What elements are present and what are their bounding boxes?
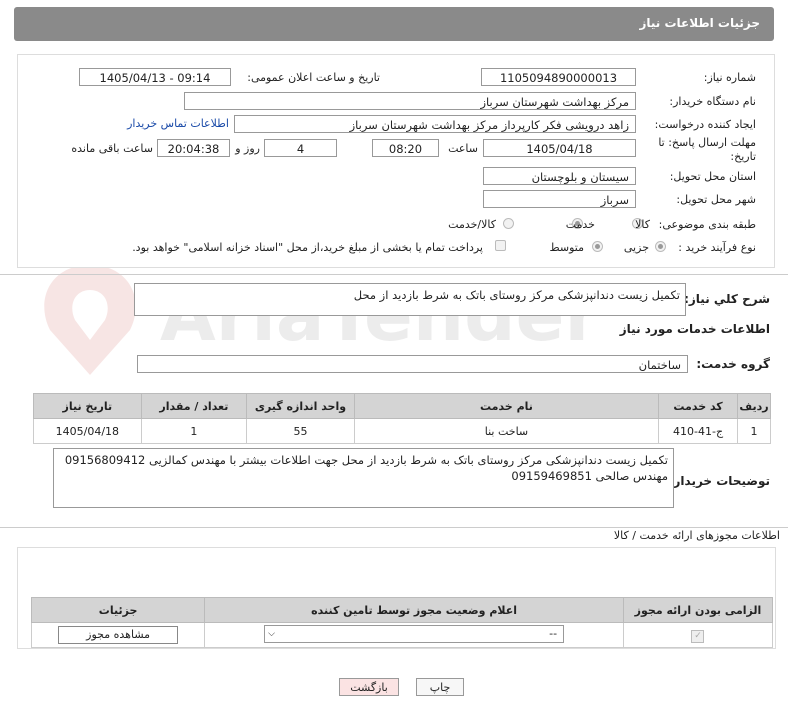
view-permit-button[interactable]: مشاهده مجوز: [58, 626, 179, 644]
cell-status: -- ⌵: [204, 622, 624, 648]
category-option-goods: کالا: [635, 218, 650, 231]
deadline-label: مهلت ارسال پاسخ: تا تاریخ:: [658, 136, 756, 163]
summary-label: شرح کلي نياز:: [684, 292, 770, 306]
table-row: ✓ -- ⌵ مشاهده مجوز: [30, 622, 774, 648]
cell-code: ج-41-410: [658, 418, 738, 444]
province-field: سیستان و بلوچستان: [483, 167, 636, 185]
table-row: 1 ج-41-410 ساخت بنا 55 1 1405/04/18: [33, 418, 771, 444]
requester-label: ایجاد کننده درخواست:: [654, 118, 756, 131]
col-row: ردیف: [737, 393, 771, 419]
need-number-label: شماره نیاز:: [703, 71, 756, 84]
col-details: جزئیات: [30, 597, 206, 623]
permits-section-title: اطلاعات مجوزهای ارائه خدمت / کالا: [613, 529, 780, 542]
remaining-time-field: 20:04:38: [157, 139, 230, 157]
city-field: سرباز: [483, 190, 636, 208]
permits-table: الزامی بودن ارائه مجوز اعلام وضعیت مجوز …: [30, 597, 774, 648]
announce-label: تاریخ و ساعت اعلان عمومی:: [247, 71, 380, 84]
cell-name: ساخت بنا: [353, 418, 660, 444]
buyer-notes-field: تکمیل زیست دندانپزشکی مرکز روستای باتک ب…: [53, 448, 674, 508]
permit-status-value: --: [549, 626, 558, 640]
category-option-both: کالا/خدمت: [448, 218, 496, 231]
buyer-org-field: مرکز بهداشت شهرستان سرباز: [184, 92, 636, 110]
days-field: 4: [264, 139, 337, 157]
deadline-time-field: 08:20: [372, 139, 439, 157]
cell-required: ✓: [622, 622, 774, 648]
time-label: ساعت: [448, 142, 478, 155]
cell-details: مشاهده مجوز: [30, 622, 206, 648]
remaining-label: ساعت باقی مانده: [71, 142, 153, 155]
process-option-medium: متوسط: [549, 241, 584, 254]
announce-field: 1405/04/13 - 09:14: [79, 68, 231, 86]
print-button[interactable]: چاپ: [416, 678, 464, 696]
payment-note: پرداخت تمام یا بخشی از مبلغ خرید،از محل …: [132, 241, 483, 254]
payment-checkbox[interactable]: [495, 240, 506, 251]
cell-date: 1405/04/18: [33, 418, 142, 444]
back-button[interactable]: بازگشت: [339, 678, 399, 696]
services-table-header: ردیف کد خدمت نام خدمت واحد اندازه گیری ت…: [33, 393, 771, 419]
category-label: طبقه بندی موضوعی:: [658, 218, 756, 231]
process-radio-medium[interactable]: [592, 241, 603, 252]
province-label: استان محل تحویل:: [669, 170, 756, 183]
col-date: تاریخ نیاز: [33, 393, 142, 419]
divider: [0, 527, 788, 528]
process-radio-minor[interactable]: [655, 241, 666, 252]
col-name: نام خدمت: [353, 393, 660, 419]
city-label: شهر محل تحویل:: [676, 193, 756, 206]
col-qty: تعداد / مقدار: [140, 393, 248, 419]
buyer-org-label: نام دستگاه خریدار:: [669, 95, 756, 108]
process-label: نوع فرآیند خرید :: [678, 241, 756, 254]
requester-field: زاهد درویشی فکر کارپرداز مرکز بهداشت شهر…: [234, 115, 636, 133]
service-group-field: ساختمان: [137, 355, 688, 373]
col-status: اعلام وضعیت مجوز توسط تامین کننده: [204, 597, 624, 623]
deadline-date-field: 1405/04/18: [483, 139, 636, 157]
category-radio-both[interactable]: [503, 218, 514, 229]
col-unit: واحد اندازه گیری: [246, 393, 355, 419]
buyer-contact-link[interactable]: اطلاعات تماس خریدار: [127, 117, 229, 130]
days-label: روز و: [235, 142, 260, 155]
required-checkbox-checked: ✓: [691, 629, 705, 643]
divider: [0, 274, 788, 275]
need-number-field: 1105094890000013: [481, 68, 636, 86]
services-table: ردیف کد خدمت نام خدمت واحد اندازه گیری ت…: [33, 393, 771, 444]
services-section-title: اطلاعات خدمات مورد نیاز: [619, 322, 770, 336]
summary-field: تکمیل زیست دندانپزشکی مرکز روستای باتک ب…: [134, 283, 686, 316]
cell-row: 1: [737, 418, 771, 444]
permits-table-header: الزامی بودن ارائه مجوز اعلام وضعیت مجوز …: [30, 597, 774, 623]
page-title: جزئیات اطلاعات نیاز: [639, 16, 760, 30]
cell-qty: 1: [140, 418, 248, 444]
cell-unit: 55: [246, 418, 355, 444]
category-option-service: خدمت: [565, 218, 595, 231]
page-header: جزئیات اطلاعات نیاز: [14, 7, 774, 41]
buyer-notes-label: توضیحات خریدار:: [668, 474, 770, 488]
service-group-label: گروه خدمت:: [696, 357, 770, 371]
chevron-down-icon: ⌵: [268, 628, 275, 639]
permit-status-select[interactable]: -- ⌵: [264, 624, 565, 643]
col-code: کد خدمت: [658, 393, 738, 419]
process-option-minor: جزیی: [623, 241, 649, 254]
col-required: الزامی بودن ارائه مجوز: [622, 597, 774, 623]
